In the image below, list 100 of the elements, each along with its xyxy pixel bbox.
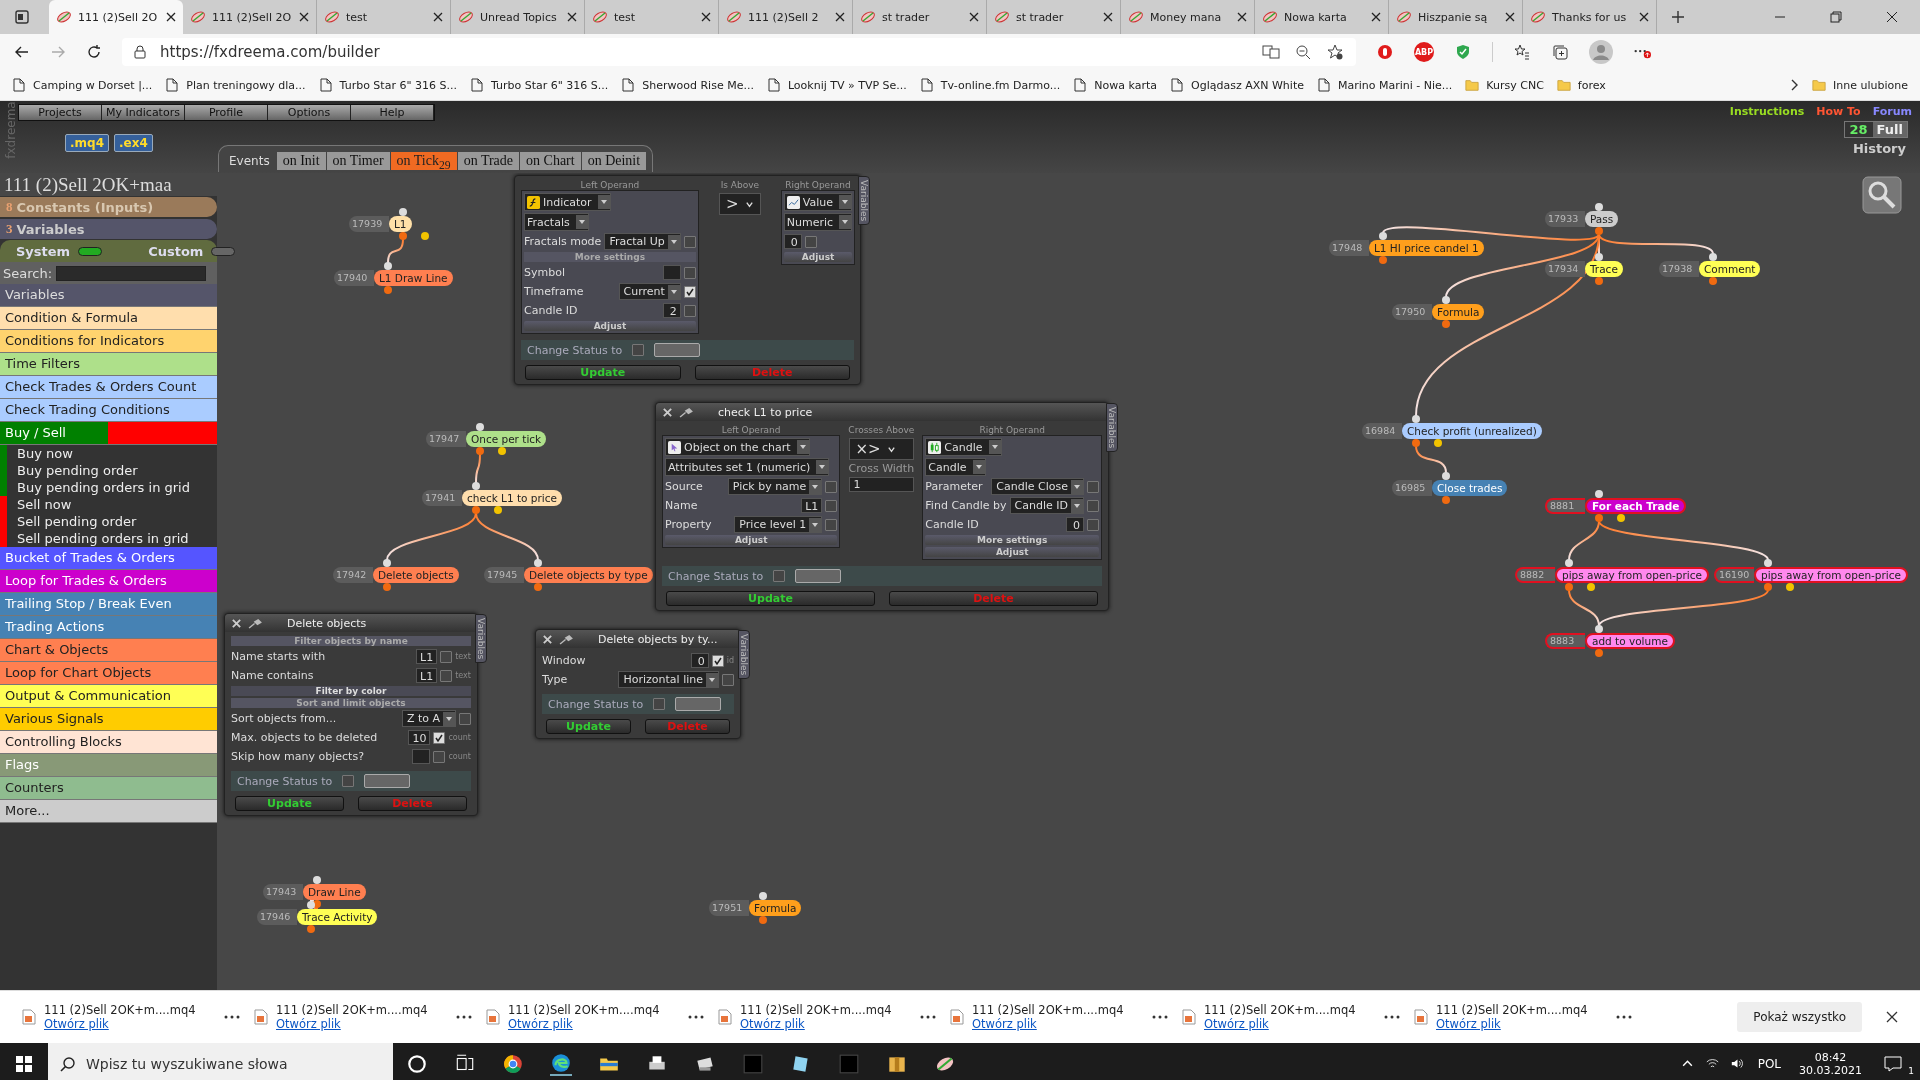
flow-block[interactable]: pips away from open-price <box>1555 567 1709 583</box>
more-icon[interactable] <box>1384 1015 1400 1019</box>
bookmark[interactable]: Oglądasz AXN White <box>1170 78 1304 92</box>
input-connector[interactable] <box>313 876 321 884</box>
false-output-connector[interactable] <box>1786 583 1794 591</box>
help-link[interactable]: How To <box>1816 105 1861 118</box>
output-connector[interactable] <box>1442 496 1450 504</box>
close-icon[interactable] <box>299 12 309 22</box>
flow-node[interactable]: 17950 Formula <box>1392 296 1485 328</box>
output-connector[interactable] <box>1595 649 1603 657</box>
false-output-connector[interactable] <box>1434 439 1442 447</box>
flow-block[interactable]: Pass <box>1585 211 1619 227</box>
output-connector[interactable] <box>534 583 542 591</box>
flow-block[interactable]: Formula <box>749 900 802 916</box>
category-item[interactable]: Loop for Chart Objects <box>0 662 217 685</box>
close-icon[interactable] <box>166 12 176 22</box>
output-connector[interactable] <box>399 232 407 240</box>
checkbox[interactable] <box>440 650 453 663</box>
pin-icon[interactable] <box>559 633 574 645</box>
flow-node[interactable]: 17938 Comment <box>1659 253 1761 285</box>
input-connector[interactable] <box>759 892 767 900</box>
flow-block[interactable]: Delete objects by type <box>524 567 653 583</box>
event-tab[interactable]: on Chart <box>520 152 581 170</box>
add-favorite-icon[interactable] <box>1326 44 1344 60</box>
translate-icon[interactable] <box>1262 44 1280 60</box>
edge-icon[interactable] <box>550 1051 572 1076</box>
help-link[interactable]: Instructions <box>1729 105 1805 118</box>
input-field[interactable]: 0 <box>690 653 709 668</box>
close-icon[interactable] <box>701 12 711 22</box>
back-icon[interactable] <box>14 44 30 60</box>
input-connector[interactable] <box>399 208 407 216</box>
bookmark[interactable]: forex <box>1556 78 1606 92</box>
variables-tab[interactable]: Variables <box>738 630 750 680</box>
dropdown[interactable]: Price level 1 <box>734 516 823 533</box>
flow-block[interactable]: add to volume <box>1585 633 1675 649</box>
close-icon[interactable] <box>1886 1011 1898 1023</box>
event-tab[interactable]: on Deinit <box>581 152 647 170</box>
language-indicator[interactable]: POL <box>1757 1056 1781 1071</box>
input-connector[interactable] <box>1595 253 1603 261</box>
flow-block[interactable]: For each Trade <box>1585 498 1687 514</box>
bookmark[interactable]: Turbo Star 6" 316 S... <box>469 78 609 92</box>
close-icon[interactable] <box>1371 12 1381 22</box>
flow-node[interactable]: 8881 For each Trade <box>1545 490 1687 522</box>
menu-item[interactable]: Help <box>351 105 434 120</box>
flow-node[interactable]: 17943 Draw Line <box>263 876 366 908</box>
checkbox[interactable] <box>632 344 645 356</box>
history-link[interactable]: History <box>1852 141 1906 156</box>
flow-node[interactable]: 17941 check L1 to price <box>422 482 562 514</box>
flow-node[interactable]: 8883 add to volume <box>1545 625 1675 657</box>
category-item[interactable]: Loop for Trades & Orders <box>0 570 217 593</box>
menu-item[interactable]: Projects <box>19 105 102 120</box>
close-icon[interactable] <box>1886 11 1898 23</box>
chevron-down-icon[interactable] <box>886 444 896 454</box>
dropdown[interactable]: Object on the chart <box>665 438 810 456</box>
flow-node[interactable]: 17947 Once per tick <box>426 423 547 455</box>
input-field[interactable]: L1 <box>416 668 438 683</box>
input-connector[interactable] <box>384 262 392 270</box>
favorites-icon[interactable] <box>1513 44 1531 60</box>
bookmark[interactable]: Kursy CNC <box>1465 78 1544 92</box>
more-icon[interactable] <box>456 1015 472 1019</box>
category-item[interactable]: Conditions for Indicators <box>0 330 217 353</box>
bookmark[interactable]: Nowa karta <box>1073 78 1158 92</box>
dropdown[interactable]: Pick by name <box>727 478 823 495</box>
flow-node[interactable]: 17939 L1 <box>349 208 433 240</box>
flow-block[interactable]: Trace <box>1585 261 1623 277</box>
dropdown[interactable]: Horizontal line <box>618 671 719 688</box>
flow-block[interactable]: Once per tick <box>466 431 547 447</box>
operator-dropdown[interactable]: ×> <box>848 438 915 460</box>
profile-avatar[interactable] <box>1589 40 1613 64</box>
output-connector[interactable] <box>476 447 484 455</box>
category-item[interactable]: Time Filters <box>0 353 217 376</box>
more-icon[interactable] <box>1152 1015 1168 1019</box>
open-file-link[interactable]: Otwórz plik <box>740 1017 912 1031</box>
checkbox[interactable] <box>825 518 838 531</box>
close-icon[interactable] <box>969 12 979 22</box>
category-item[interactable]: Various Signals <box>0 708 217 731</box>
input-field[interactable]: 2 <box>662 303 681 318</box>
variables-bar[interactable]: 3 Variables <box>0 219 217 239</box>
dropdown[interactable]: Candle <box>925 458 986 476</box>
notifications-icon[interactable] <box>1884 1055 1902 1072</box>
adblock-extension-button[interactable]: ABP <box>1414 42 1434 62</box>
collections-icon[interactable] <box>1551 44 1569 60</box>
export-button[interactable]: .mq4 <box>65 134 109 152</box>
close-icon[interactable] <box>1103 12 1113 22</box>
stop-sign-icon[interactable] <box>1376 44 1394 60</box>
windows-start-icon[interactable] <box>16 1055 32 1072</box>
category-item[interactable]: Trailing Stop / Break Even <box>0 593 217 616</box>
mode-button[interactable]: Full <box>1872 122 1907 137</box>
dropdown[interactable]: Z to A <box>401 710 456 727</box>
update-button[interactable]: Update <box>546 719 631 734</box>
cortana-icon[interactable] <box>406 1052 428 1075</box>
category-item[interactable]: More... <box>0 800 217 823</box>
flow-node[interactable]: 17940 L1 Draw Line <box>334 262 453 294</box>
close-icon[interactable] <box>433 12 443 22</box>
checkbox[interactable] <box>1087 499 1099 512</box>
dropdown[interactable]: Numeric <box>783 213 853 231</box>
output-connector[interactable] <box>1595 514 1603 522</box>
output-connector[interactable] <box>472 506 480 514</box>
checkbox[interactable] <box>433 731 446 744</box>
input-field[interactable]: L1 <box>801 498 823 513</box>
